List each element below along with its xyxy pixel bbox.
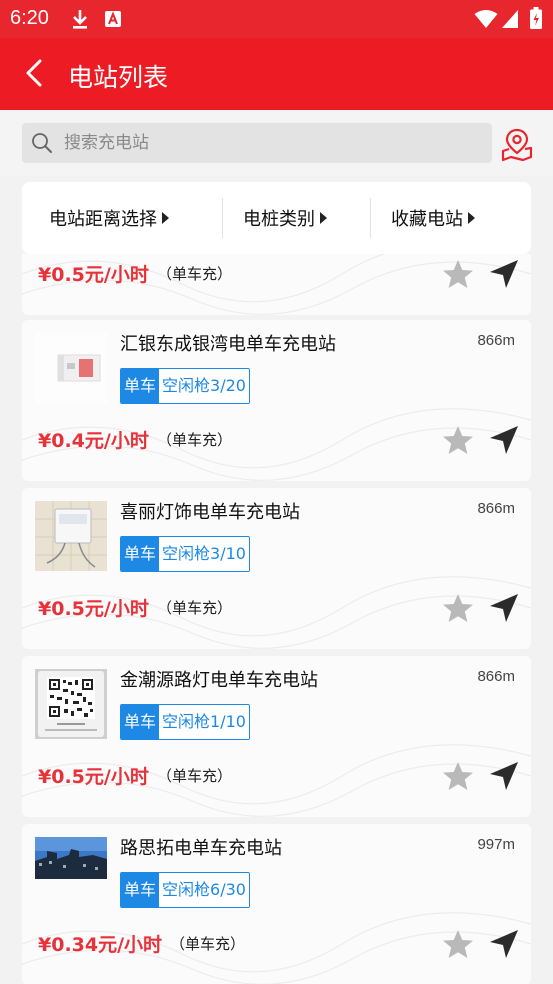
station-card[interactable]: 金潮源路灯电单车充电站 866m 单车 空闲枪1/10 ¥0.5元/小时 （单车…: [22, 656, 531, 817]
station-card[interactable]: 汇银东成银湾电单车充电站 866m 单车 空闲枪3/20 ¥0.4元/小时 （单…: [22, 320, 531, 481]
caret-right-icon: [468, 212, 475, 224]
filter-divider: [222, 198, 223, 238]
map-location-icon[interactable]: [499, 127, 535, 163]
back-arrow-icon[interactable]: [18, 56, 52, 90]
search-icon: [32, 133, 52, 153]
page-title: 电站列表: [68, 63, 169, 92]
star-icon[interactable]: [441, 928, 475, 962]
filter-distance-label: 电站距离选择: [49, 209, 157, 230]
filter-bar: 电站距离选择 电桩类别 收藏电站: [22, 182, 531, 254]
price: ¥0.34元/小时: [38, 934, 163, 956]
navigate-icon[interactable]: [487, 591, 521, 625]
vehicle-type-badge: 单车: [121, 873, 160, 907]
availability-tag: 单车 空闲枪3/10: [120, 536, 250, 572]
search-box[interactable]: [22, 123, 492, 163]
filter-pile-type-label: 电桩类别: [243, 209, 315, 230]
station-name: 汇银东成银湾电单车充电站: [120, 334, 336, 355]
price: ¥0.5元/小时: [38, 766, 149, 788]
battery-icon: [530, 7, 542, 29]
station-name: 喜丽灯饰电单车充电站: [120, 502, 300, 523]
navigate-icon[interactable]: [487, 423, 521, 457]
distance: 866m: [477, 668, 515, 685]
search-input[interactable]: [64, 123, 484, 163]
star-icon[interactable]: [441, 424, 475, 458]
filter-distance[interactable]: 电站距离选择: [49, 182, 169, 254]
navigate-icon[interactable]: [487, 927, 521, 961]
distance: 866m: [477, 500, 515, 517]
free-guns: 空闲枪3/10: [159, 537, 249, 571]
station-name: 金潮源路灯电单车充电站: [120, 670, 318, 691]
station-card[interactable]: 路思拓电单车充电站 997m 单车 空闲枪6/30 ¥0.34元/小时 （单车充…: [22, 824, 531, 984]
filter-pile-type[interactable]: 电桩类别: [243, 182, 327, 254]
status-bar: 6:20: [0, 0, 553, 38]
price: ¥0.4元/小时: [38, 430, 149, 452]
navigate-icon[interactable]: [487, 257, 521, 291]
price: ¥0.5元/小时: [38, 264, 149, 286]
search-bar: [0, 110, 553, 176]
status-time: 6:20: [10, 7, 49, 29]
station-photo: [35, 501, 107, 571]
signal-icon: [502, 10, 518, 28]
notification-a-icon: [105, 11, 121, 27]
station-photo: [35, 333, 107, 403]
star-icon[interactable]: [441, 258, 475, 292]
star-icon[interactable]: [441, 760, 475, 794]
charge-type-label: （单车充）: [157, 265, 233, 283]
availability-tag: 单车 空闲枪3/20: [120, 368, 250, 404]
wifi-icon: [474, 10, 498, 28]
station-photo: [35, 837, 107, 879]
charge-type-label: （单车充）: [157, 431, 233, 449]
station-card-partial[interactable]: ¥0.5元/小时 （单车充）: [22, 254, 531, 315]
filter-favorites[interactable]: 收藏电站: [391, 182, 475, 254]
free-guns: 空闲枪1/10: [159, 705, 249, 739]
download-icon: [73, 10, 87, 29]
distance: 997m: [477, 836, 515, 853]
charge-type-label: （单车充）: [157, 599, 233, 617]
price: ¥0.5元/小时: [38, 598, 149, 620]
charge-type-label: （单车充）: [157, 767, 233, 785]
free-guns: 空闲枪6/30: [159, 873, 249, 907]
vehicle-type-badge: 单车: [121, 705, 160, 739]
station-card[interactable]: 喜丽灯饰电单车充电站 866m 单车 空闲枪3/10 ¥0.5元/小时 （单车充…: [22, 488, 531, 649]
vehicle-type-badge: 单车: [121, 369, 160, 403]
availability-tag: 单车 空闲枪1/10: [120, 704, 250, 740]
station-name: 路思拓电单车充电站: [120, 838, 282, 859]
filter-favorites-label: 收藏电站: [391, 209, 463, 230]
availability-tag: 单车 空闲枪6/30: [120, 872, 250, 908]
filter-divider: [370, 198, 371, 238]
star-icon[interactable]: [441, 592, 475, 626]
caret-right-icon: [162, 212, 169, 224]
distance: 866m: [477, 332, 515, 349]
charge-type-label: （单车充）: [170, 935, 246, 953]
app-bar: 电站列表: [0, 38, 553, 110]
vehicle-type-badge: 单车: [121, 537, 160, 571]
free-guns: 空闲枪3/20: [159, 369, 249, 403]
navigate-icon[interactable]: [487, 759, 521, 793]
caret-right-icon: [320, 212, 327, 224]
station-qr-code: [35, 669, 107, 739]
station-list[interactable]: ¥0.5元/小时 （单车充） 汇银东成银湾电单车充电站 866m 单车 空闲枪3…: [0, 254, 553, 984]
